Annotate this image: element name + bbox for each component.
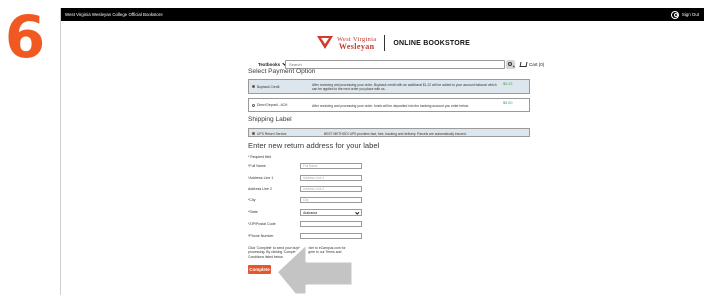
store-title: ONLINE BOOKSTORE <box>393 39 470 47</box>
payment-option-amount: $5.22 <box>503 82 513 86</box>
radio-button-selected[interactable] <box>252 132 255 135</box>
address-line-2-label: Address Line 2 <box>248 187 272 191</box>
store-logo[interactable]: West Virginia Wesleyan ONLINE BOOKSTORE <box>317 34 470 52</box>
city-label: *City <box>248 198 256 202</box>
logo-line-2: Wesleyan <box>338 42 375 51</box>
required-field-note: * Required field <box>248 155 272 159</box>
state-select-value: Alabama <box>303 211 318 215</box>
college-wordmark: West Virginia Wesleyan <box>337 36 376 51</box>
search-input[interactable]: Search <box>285 60 505 69</box>
logo-divider <box>384 35 386 51</box>
phone-field[interactable] <box>300 233 362 239</box>
payment-option-name: Direct Deposit - ACH <box>257 103 288 107</box>
tutorial-frame: 6 West Virginia Wesleyan College Officia… <box>0 0 704 295</box>
sign-out-label: Sign Out <box>681 12 699 17</box>
step-number: 6 <box>4 3 46 71</box>
radio-button-selected[interactable] <box>252 85 255 88</box>
radio-button[interactable] <box>252 103 255 107</box>
state-label: *State <box>248 210 258 214</box>
payment-option-amount: $5.00 <box>503 100 513 105</box>
terms-text: Click 'Complete' to send your buyback or… <box>248 246 346 259</box>
complete-button[interactable]: Complete <box>248 265 271 274</box>
cart-label: Cart (0) <box>529 62 545 67</box>
sign-out-link[interactable]: Sign Out <box>670 10 699 19</box>
search-icon <box>508 61 512 66</box>
user-circle-icon <box>670 10 679 19</box>
browser-screenshot: West Virginia Wesleyan College Official … <box>60 8 704 295</box>
address-section-title: Enter new return address for your label <box>248 141 380 150</box>
address-line-1-label: *Address Line 1 <box>248 176 274 180</box>
zip-field[interactable] <box>300 221 362 227</box>
payment-option-desc: After receiving and processing your orde… <box>312 103 469 108</box>
chevron-down-icon <box>354 210 359 215</box>
shipping-option-desc: BEST METHOD! UPS provides fast, free, tr… <box>324 131 467 136</box>
top-bar: West Virginia Wesleyan College Official … <box>61 8 704 21</box>
shipping-section-title: Shipping Label <box>248 116 292 123</box>
shipping-option-name: UPS Return Service <box>257 131 287 136</box>
phone-label: *Phone Number <box>248 234 274 238</box>
address-line-2-field[interactable]: Address Line 2 <box>300 186 362 192</box>
site-title[interactable]: West Virginia Wesleyan College Official … <box>65 11 163 18</box>
payment-option-buyback-credit[interactable]: Buyback Credit After receiving and proce… <box>248 79 530 94</box>
shipping-option-ups[interactable]: UPS Return Service BEST METHOD! UPS prov… <box>248 128 530 137</box>
payment-option-name: Buyback Credit <box>257 84 280 89</box>
college-emblem-icon <box>317 35 333 51</box>
payment-section-title: Select Payment Option <box>248 68 316 75</box>
payment-option-desc: After receiving and processing your orde… <box>312 82 497 91</box>
city-field[interactable]: City <box>300 197 362 203</box>
address-line-1-field[interactable]: Address Line 1 <box>300 175 362 181</box>
full-name-label: *Full Name <box>248 164 266 168</box>
payment-option-direct-deposit[interactable]: Direct Deposit - ACH After receiving and… <box>248 98 530 112</box>
search-button[interactable] <box>506 60 515 69</box>
full-name-field[interactable]: Full Name <box>300 163 362 169</box>
cart-icon <box>519 61 528 67</box>
zip-label: *ZIP/Postal Code <box>248 222 276 226</box>
textbooks-label: Textbooks <box>258 62 281 67</box>
cart-link[interactable]: Cart (0) <box>519 60 545 69</box>
state-select[interactable]: Alabama <box>300 209 362 216</box>
